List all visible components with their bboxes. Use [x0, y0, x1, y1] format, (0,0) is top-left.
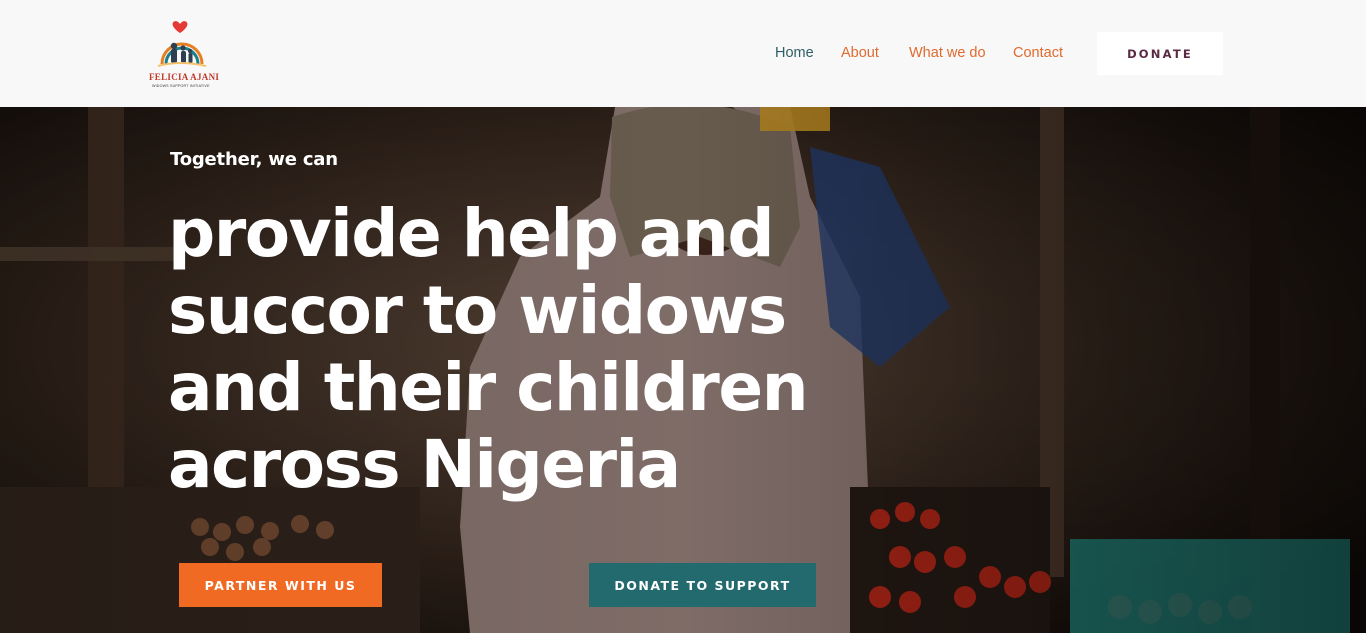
- headline-line: and their children: [168, 349, 809, 426]
- site-header: FELICIA AJANI WIDOWS SUPPORT INITIATIVE …: [0, 0, 1366, 107]
- header-donate-button[interactable]: DONATE: [1097, 32, 1223, 75]
- hero-eyebrow: Together, we can: [170, 149, 338, 170]
- nav-about[interactable]: About: [841, 45, 879, 61]
- headline-line: across Nigeria: [168, 426, 681, 503]
- nav-what-we-do[interactable]: What we do: [909, 45, 986, 61]
- hero-section: Together, we can provide help and succor…: [0, 107, 1366, 633]
- hero-headline: provide help and succor to widows and th…: [168, 195, 928, 503]
- nav-contact[interactable]: Contact: [1013, 45, 1063, 61]
- brand-name: FELICIA AJANI: [149, 72, 220, 82]
- headline-line: provide help and: [168, 195, 775, 272]
- partner-with-us-button[interactable]: PARTNER WITH US: [179, 563, 382, 607]
- logo-emblem-icon: [157, 21, 207, 67]
- donate-to-support-button[interactable]: DONATE TO SUPPORT: [589, 563, 816, 607]
- brand-logo[interactable]: FELICIA AJANI WIDOWS SUPPORT INITIATIVE: [140, 14, 224, 94]
- headline-line: succor to widows: [168, 272, 787, 349]
- brand-tagline: WIDOWS SUPPORT INITIATIVE: [152, 84, 210, 88]
- nav-home[interactable]: Home: [775, 45, 814, 61]
